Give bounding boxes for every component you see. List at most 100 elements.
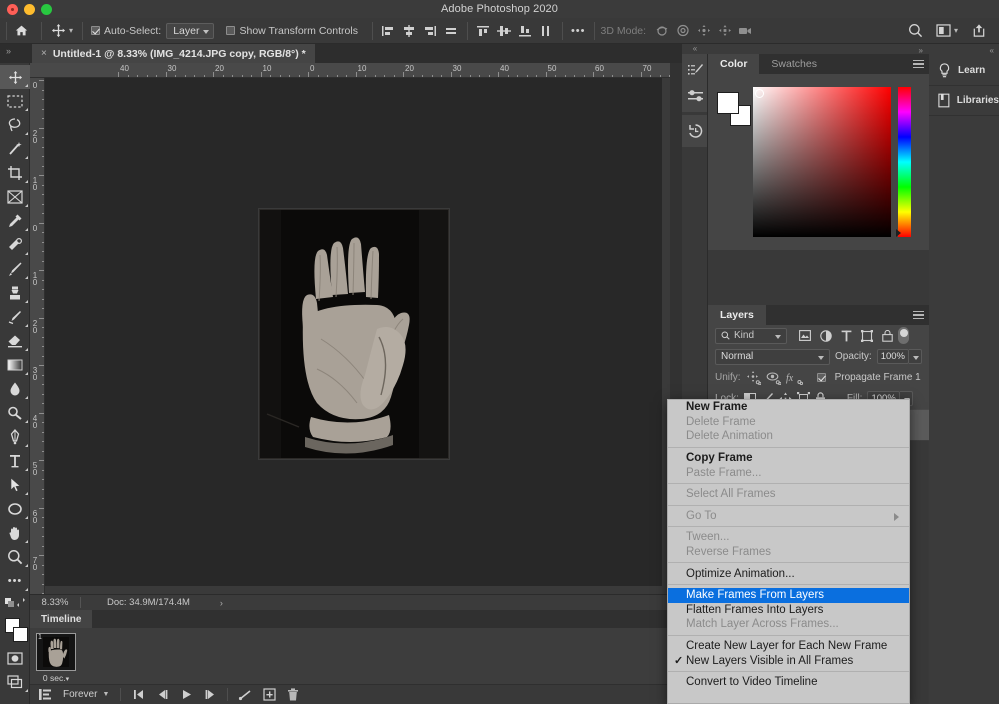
3d-roll-icon[interactable] — [673, 21, 692, 41]
auto-select-scope-dropdown[interactable]: Layer — [166, 22, 215, 39]
ellipse-tool[interactable] — [0, 497, 30, 521]
3d-orbit-icon[interactable] — [652, 21, 671, 41]
3d-camera-icon[interactable] — [736, 21, 755, 41]
tab-timeline[interactable]: Timeline — [30, 610, 93, 628]
collapse-dock-icon[interactable]: « — [682, 44, 708, 54]
active-tool-move-icon[interactable]: ▾ — [48, 18, 76, 44]
status-expand-icon[interactable]: › — [220, 598, 223, 608]
color-picker-marker[interactable] — [755, 89, 764, 98]
select-first-frame-icon[interactable] — [128, 686, 148, 704]
edit-toolbar-tool[interactable]: ••• — [0, 569, 30, 593]
gradient-tool[interactable] — [0, 353, 30, 377]
frame-item[interactable]: 1 0 sec.▾ — [36, 633, 76, 685]
align-left-edges-icon[interactable] — [379, 21, 398, 41]
distribute-horizontal-icon[interactable] — [442, 21, 461, 41]
canvas-horizontal-scrollbar[interactable] — [45, 586, 662, 594]
menu-item[interactable]: Make Frames From Layers — [668, 587, 909, 603]
align-bottom-edges-icon[interactable] — [516, 21, 535, 41]
menu-item[interactable]: Create New Layer for Each New Frame — [668, 639, 909, 654]
spot-healing-brush-tool[interactable] — [0, 233, 30, 257]
align-vertical-centers-icon[interactable] — [495, 21, 514, 41]
layers-panel-menu-icon[interactable] — [913, 311, 924, 320]
eraser-tool[interactable] — [0, 329, 30, 353]
brush-presets-icon[interactable] — [682, 83, 708, 109]
timeline-frames-area[interactable]: 1 0 sec.▾ — [30, 628, 670, 684]
color-panel-foreground-swatch[interactable] — [717, 92, 739, 114]
show-transform-checkbox-box[interactable] — [226, 26, 236, 35]
frame-thumbnail[interactable]: 1 — [36, 633, 76, 671]
hue-slider-marker[interactable] — [896, 229, 901, 237]
collapse-right-rail-icon[interactable]: « — [990, 46, 994, 55]
blur-tool[interactable] — [0, 377, 30, 401]
clone-stamp-tool[interactable] — [0, 281, 30, 305]
blend-mode-dropdown[interactable]: Normal — [715, 348, 830, 365]
menu-item[interactable]: ✓ New Layers Visible in All Frames — [668, 653, 909, 668]
unify-style-icon[interactable]: fx — [786, 371, 803, 385]
tab-layers[interactable]: Layers — [708, 305, 766, 325]
rail-item-learn[interactable]: Learn — [929, 56, 999, 86]
play-animation-icon[interactable] — [176, 686, 196, 704]
delete-frame-icon[interactable] — [283, 686, 303, 704]
hand-tool[interactable] — [0, 521, 30, 545]
rail-item-libraries[interactable]: Libraries — [929, 86, 999, 116]
pen-tool[interactable] — [0, 425, 30, 449]
history-brush-tool[interactable] — [0, 305, 30, 329]
layer-filter-kind-dropdown[interactable]: Kind — [715, 327, 787, 344]
3d-pan-icon[interactable] — [694, 21, 713, 41]
align-top-edges-icon[interactable] — [474, 21, 493, 41]
menu-item[interactable]: Optimize Animation... — [668, 566, 909, 581]
chevron-down-icon[interactable]: ▾ — [954, 26, 958, 35]
color-panel-menu-icon[interactable] — [913, 60, 924, 69]
path-selection-tool[interactable] — [0, 473, 30, 497]
dodge-tool[interactable] — [0, 401, 30, 425]
opacity-value-field[interactable]: 100% — [876, 349, 909, 364]
crop-tool[interactable] — [0, 161, 30, 185]
background-color-swatch[interactable] — [13, 627, 28, 642]
type-tool[interactable] — [0, 449, 30, 473]
brush-tool[interactable] — [0, 257, 30, 281]
workspace-switcher[interactable]: ▾ — [936, 24, 958, 37]
auto-select-checkbox[interactable]: Auto-Select: — [89, 18, 163, 44]
hue-slider[interactable] — [898, 87, 911, 237]
align-right-edges-icon[interactable] — [421, 21, 440, 41]
color-panel-swatches[interactable] — [717, 92, 751, 126]
eyedropper-tool[interactable] — [0, 209, 30, 233]
menu-item[interactable]: Convert to Video Timeline — [668, 675, 909, 690]
vertical-ruler[interactable]: 0201001020304050607080 — [30, 78, 45, 594]
history-icon[interactable] — [682, 118, 708, 144]
select-previous-frame-icon[interactable] — [152, 686, 172, 704]
collapse-left-dock-icon[interactable]: » — [6, 46, 11, 56]
convert-to-video-timeline-icon[interactable] — [35, 686, 55, 704]
chevron-down-icon[interactable]: ▾ — [69, 26, 73, 35]
close-icon[interactable]: × — [41, 48, 47, 59]
frame-delay-dropdown[interactable]: 0 sec.▾ — [36, 673, 76, 683]
tween-frames-icon[interactable] — [235, 686, 255, 704]
menu-item[interactable]: New Frame — [668, 400, 909, 415]
search-icon[interactable] — [906, 21, 925, 41]
lasso-tool[interactable] — [0, 113, 30, 137]
screen-mode-icon[interactable] — [0, 670, 30, 694]
unify-position-icon[interactable] — [746, 370, 761, 385]
menu-item[interactable]: Flatten Frames Into Layers — [668, 603, 909, 618]
home-icon[interactable] — [13, 18, 35, 44]
more-options-button[interactable]: ••• — [569, 18, 588, 44]
duplicate-frame-icon[interactable] — [259, 686, 279, 704]
canvas-area[interactable] — [45, 78, 670, 594]
frame-tool[interactable] — [0, 185, 30, 209]
layer-filter-toggle[interactable] — [898, 327, 909, 344]
align-horizontal-centers-icon[interactable] — [400, 21, 419, 41]
tab-swatches[interactable]: Swatches — [759, 54, 829, 74]
propagate-frame-checkbox[interactable] — [816, 373, 826, 382]
color-picker-field[interactable] — [753, 87, 891, 237]
tab-color[interactable]: Color — [708, 54, 760, 74]
opacity-stepper[interactable] — [909, 349, 922, 364]
rectangular-marquee-tool[interactable] — [0, 89, 30, 113]
3d-slide-icon[interactable] — [715, 21, 734, 41]
zoom-level[interactable]: 8.33% — [30, 597, 80, 608]
unify-visibility-icon[interactable] — [766, 371, 781, 385]
brush-settings-icon[interactable] — [682, 57, 708, 83]
timeline-panel-context-menu[interactable]: New Frame Delete Frame Delete Animation Cop… — [667, 399, 910, 704]
default-colors-and-swap[interactable] — [0, 593, 30, 613]
document-tab[interactable]: × Untitled-1 @ 8.33% (IMG_4214.JPG copy,… — [32, 44, 316, 63]
select-next-frame-icon[interactable] — [200, 686, 220, 704]
